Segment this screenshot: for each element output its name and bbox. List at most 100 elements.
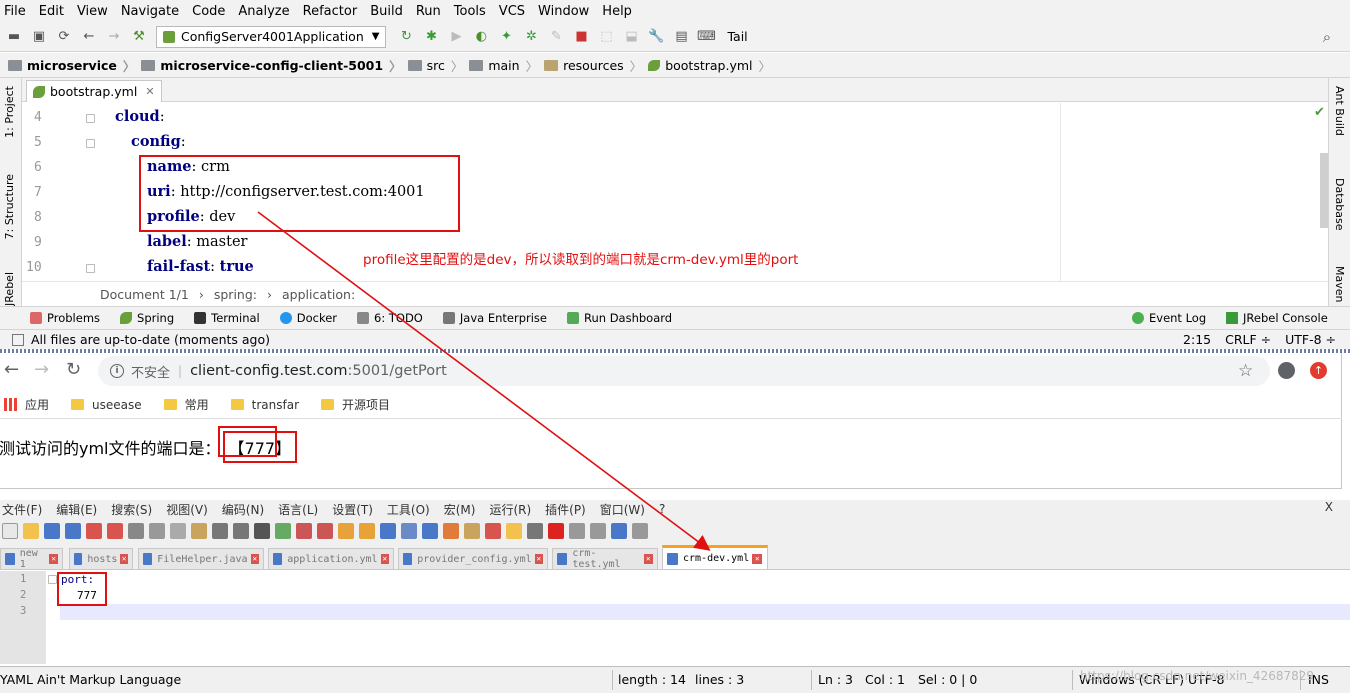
- tool-jrebel[interactable]: JRebel: [3, 272, 16, 306]
- menu-build[interactable]: Build: [370, 4, 403, 19]
- npp-tab[interactable]: provider_config.yml ✕: [398, 548, 548, 569]
- update-arrow-icon[interactable]: ↑: [1310, 362, 1327, 379]
- tool-event-log[interactable]: Event Log: [1132, 311, 1206, 325]
- bookmark-transfar[interactable]: transfar: [230, 398, 299, 412]
- npp-tab[interactable]: crm-test.yml ✕: [552, 548, 658, 570]
- show-all-chars-icon[interactable]: [401, 523, 417, 539]
- run-config-select[interactable]: ConfigServer4001Application ▼: [156, 25, 387, 48]
- back-icon[interactable]: ←: [81, 29, 97, 45]
- menu-file[interactable]: File: [4, 4, 26, 19]
- tail-button[interactable]: Tail: [727, 29, 747, 44]
- lang-icon[interactable]: [443, 523, 459, 539]
- forward-icon[interactable]: →: [106, 29, 122, 45]
- menu-refactor[interactable]: Refactor: [303, 4, 358, 19]
- jrebel-run-icon[interactable]: ✦: [498, 29, 514, 45]
- doc-path-spring[interactable]: spring:: [214, 287, 257, 302]
- npp-menu-encoding[interactable]: 编码(N): [222, 501, 264, 518]
- vcs-update-icon[interactable]: ⬚: [598, 29, 614, 45]
- monitor-icon[interactable]: [527, 523, 543, 539]
- project-structure-icon[interactable]: ▤: [673, 29, 689, 45]
- tool-problems[interactable]: Problems: [30, 311, 100, 325]
- debug-icon[interactable]: ✱: [423, 29, 439, 45]
- info-icon[interactable]: i: [110, 364, 124, 378]
- npp-menu-tools[interactable]: 工具(O): [387, 501, 430, 518]
- tool-database[interactable]: Database: [1333, 178, 1346, 231]
- vcs-commit-icon[interactable]: ⬓: [623, 29, 639, 45]
- tool-project[interactable]: 1: Project: [3, 86, 16, 138]
- cut-icon[interactable]: [149, 523, 165, 539]
- fold-icon[interactable]: [86, 114, 95, 123]
- menu-window[interactable]: Window: [538, 4, 589, 19]
- tool-jrebel-console[interactable]: JRebel Console: [1226, 311, 1328, 325]
- save-icon[interactable]: [44, 523, 60, 539]
- undo-icon[interactable]: [212, 523, 228, 539]
- forward-arrow-icon[interactable]: →: [34, 359, 49, 380]
- function-list-icon[interactable]: [485, 523, 501, 539]
- menu-analyze[interactable]: Analyze: [238, 4, 289, 19]
- bookmark-useease[interactable]: useease: [71, 398, 142, 412]
- menu-help[interactable]: Help: [602, 4, 632, 19]
- npp-menu-language[interactable]: 语言(L): [278, 501, 318, 518]
- tool-run-dashboard[interactable]: Run Dashboard: [566, 311, 672, 325]
- sync-icon[interactable]: ⟳: [56, 29, 72, 45]
- npp-menu-macro[interactable]: 宏(M): [444, 501, 476, 518]
- build-hammer-icon[interactable]: ⚒: [131, 29, 147, 45]
- menu-run[interactable]: Run: [416, 4, 441, 19]
- close-all-icon[interactable]: [107, 523, 123, 539]
- breadcrumb-main[interactable]: main 〉: [469, 56, 538, 75]
- bookmark-star-icon[interactable]: ☆: [1238, 361, 1253, 381]
- bookmark-apps[interactable]: 应用: [4, 396, 49, 413]
- tool-ant-build[interactable]: Ant Build: [1333, 86, 1346, 136]
- sync-h-icon[interactable]: [359, 523, 375, 539]
- open-folder-icon[interactable]: ▬: [6, 29, 22, 45]
- breadcrumb-resources[interactable]: resources 〉: [544, 56, 642, 75]
- play-macro-icon[interactable]: [590, 523, 606, 539]
- menu-navigate[interactable]: Navigate: [121, 4, 179, 19]
- run-icon[interactable]: ▶: [448, 29, 464, 45]
- npp-tab[interactable]: hosts ✕: [69, 548, 133, 569]
- find-icon[interactable]: [254, 523, 270, 539]
- npp-tab[interactable]: new 1 ✕: [0, 548, 63, 570]
- breadcrumb-microservice[interactable]: microservice 〉: [8, 56, 135, 75]
- search-icon[interactable]: ⌕: [1319, 28, 1335, 46]
- tool-maven[interactable]: Maven: [1333, 266, 1346, 302]
- reload-icon[interactable]: ↻: [66, 359, 81, 380]
- tool-terminal[interactable]: Terminal: [194, 311, 260, 325]
- npp-tab-active[interactable]: crm-dev.yml ✕: [662, 545, 768, 569]
- account-avatar[interactable]: [1278, 362, 1295, 379]
- close-icon[interactable]: ✕: [643, 554, 653, 564]
- tool-java-enterprise[interactable]: Java Enterprise: [442, 311, 547, 325]
- print-icon[interactable]: [128, 523, 144, 539]
- line-separator[interactable]: CRLF ÷: [1225, 332, 1271, 347]
- update-icon[interactable]: ✎: [548, 29, 564, 45]
- doc-map-icon[interactable]: [464, 523, 480, 539]
- save-all-icon[interactable]: [65, 523, 81, 539]
- breadcrumb-file[interactable]: bootstrap.yml 〉: [648, 56, 771, 75]
- tool-structure[interactable]: 7: Structure: [3, 174, 16, 239]
- breadcrumb-src[interactable]: src 〉: [407, 56, 463, 75]
- fold-icon[interactable]: [86, 264, 95, 273]
- stop-macro-icon[interactable]: [569, 523, 585, 539]
- address-bar[interactable]: i 不安全 | client-config.test.com:5001/getP…: [98, 356, 1270, 386]
- tool-todo[interactable]: 6: TODO: [357, 311, 423, 325]
- close-file-icon[interactable]: [86, 523, 102, 539]
- npp-menu-file[interactable]: 文件(F): [2, 501, 42, 518]
- npp-menu-plugins[interactable]: 插件(P): [545, 501, 586, 518]
- close-icon[interactable]: ✕: [250, 554, 259, 564]
- npp-menu-search[interactable]: 搜索(S): [111, 501, 152, 518]
- close-icon[interactable]: ✕: [380, 554, 389, 564]
- close-icon[interactable]: ✕: [752, 553, 763, 564]
- fold-icon[interactable]: [48, 575, 57, 584]
- tool-spring[interactable]: Spring: [120, 311, 174, 325]
- coverage-icon[interactable]: ◐: [473, 29, 489, 45]
- settings-wrench-icon[interactable]: 🔧: [648, 29, 664, 45]
- menu-vcs[interactable]: VCS: [499, 4, 525, 19]
- open-file-icon[interactable]: [23, 523, 39, 539]
- save-macro-icon[interactable]: [632, 523, 648, 539]
- npp-editor[interactable]: 1 2 3 port: 777: [0, 571, 1350, 664]
- npp-menu-help[interactable]: ?: [659, 502, 665, 516]
- menu-view[interactable]: View: [77, 4, 108, 19]
- zoom-out-icon[interactable]: [317, 523, 333, 539]
- save-icon[interactable]: ▣: [31, 29, 47, 45]
- close-icon[interactable]: ✕: [145, 85, 154, 98]
